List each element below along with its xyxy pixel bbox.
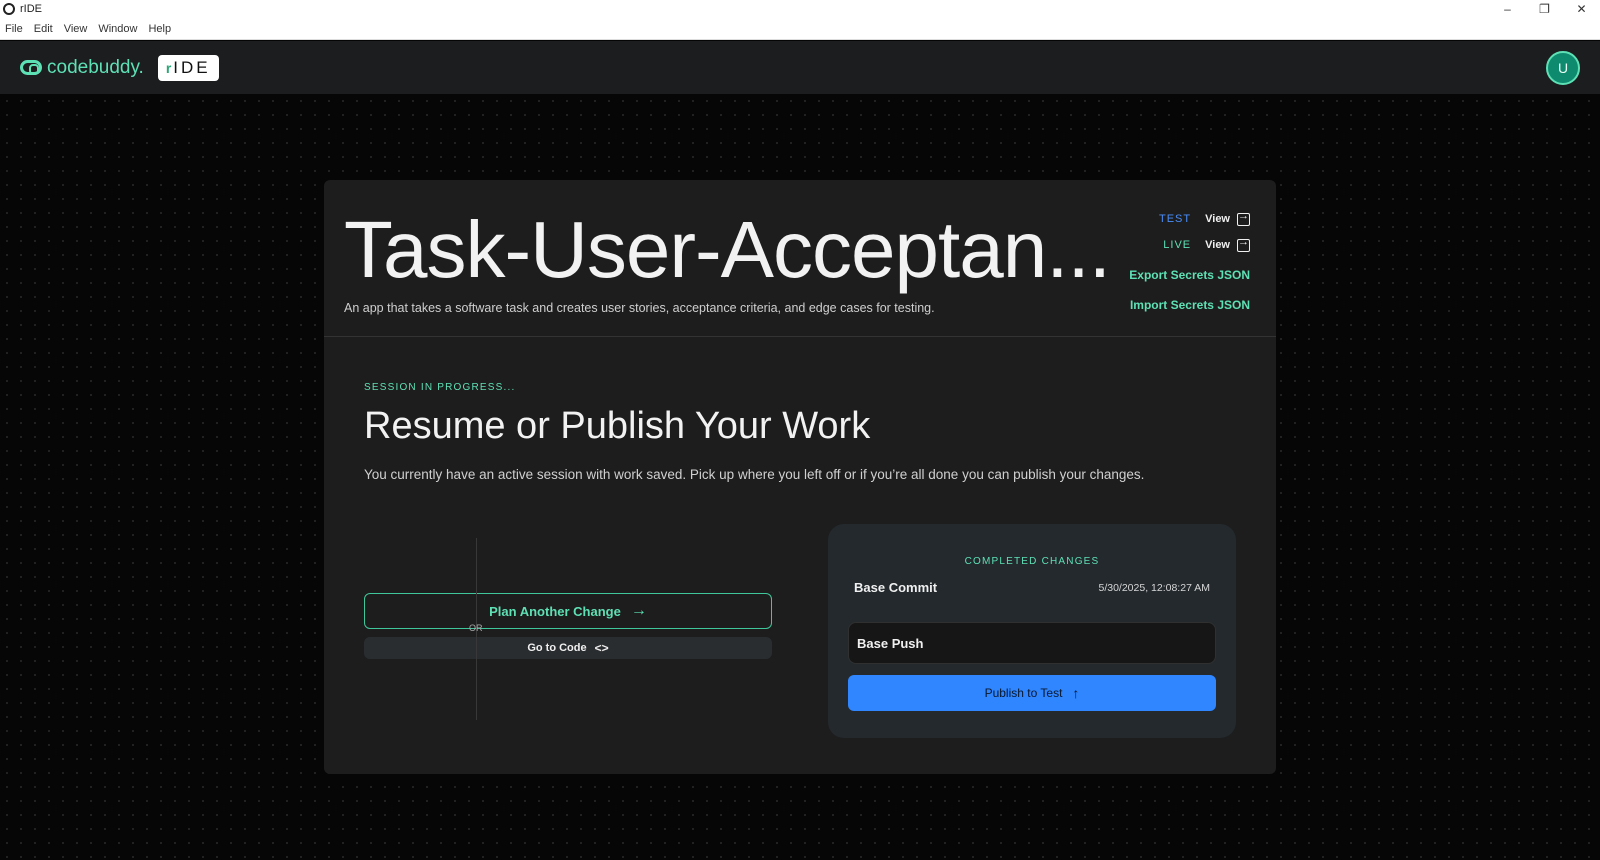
publish-label: Publish to Test bbox=[984, 686, 1063, 700]
commit-name: Base Commit bbox=[854, 580, 938, 595]
minimize-button[interactable]: – bbox=[1489, 0, 1526, 18]
completed-changes-panel: COMPLETED CHANGES Base Commit 5/30/2025,… bbox=[828, 524, 1236, 738]
app-icon bbox=[3, 3, 15, 15]
ide-badge-text: IDE bbox=[173, 57, 211, 77]
ide-badge-r: r bbox=[165, 59, 172, 76]
restore-button[interactable]: ❐ bbox=[1526, 0, 1563, 18]
menu-bar: File Edit View Window Help bbox=[0, 18, 1600, 40]
publish-to-test-button[interactable]: Publish to Test ↑ bbox=[848, 675, 1216, 711]
commit-timestamp: 5/30/2025, 12:08:27 AM bbox=[1098, 581, 1210, 594]
codebuddy-logo[interactable]: codebuddy. bbox=[20, 57, 144, 79]
window-controls: – ❐ ✕ bbox=[1489, 0, 1600, 18]
window-titlebar: rIDE – ❐ ✕ bbox=[0, 0, 1600, 18]
menu-edit[interactable]: Edit bbox=[34, 23, 53, 35]
user-avatar[interactable]: U bbox=[1546, 50, 1580, 85]
codebuddy-logo-icon bbox=[20, 60, 42, 75]
window-title: rIDE bbox=[20, 3, 42, 15]
arrow-up-icon: ↑ bbox=[1072, 685, 1080, 701]
push-item[interactable]: Base Push bbox=[848, 622, 1216, 664]
menu-help[interactable]: Help bbox=[148, 23, 171, 35]
close-button[interactable]: ✕ bbox=[1563, 0, 1600, 18]
app-header: codebuddy. r IDE U bbox=[0, 41, 1600, 94]
menu-window[interactable]: Window bbox=[98, 23, 137, 35]
completed-changes-title: COMPLETED CHANGES bbox=[964, 556, 1100, 567]
ide-badge: r IDE bbox=[157, 54, 219, 81]
commit-row: Base Commit 5/30/2025, 12:08:27 AM bbox=[854, 580, 1210, 595]
brand-name: codebuddy. bbox=[47, 56, 144, 78]
menu-file[interactable]: File bbox=[5, 23, 23, 35]
menu-view[interactable]: View bbox=[64, 23, 88, 35]
changes-wrapper: COMPLETED CHANGES Base Commit 5/30/2025,… bbox=[324, 187, 1276, 787]
